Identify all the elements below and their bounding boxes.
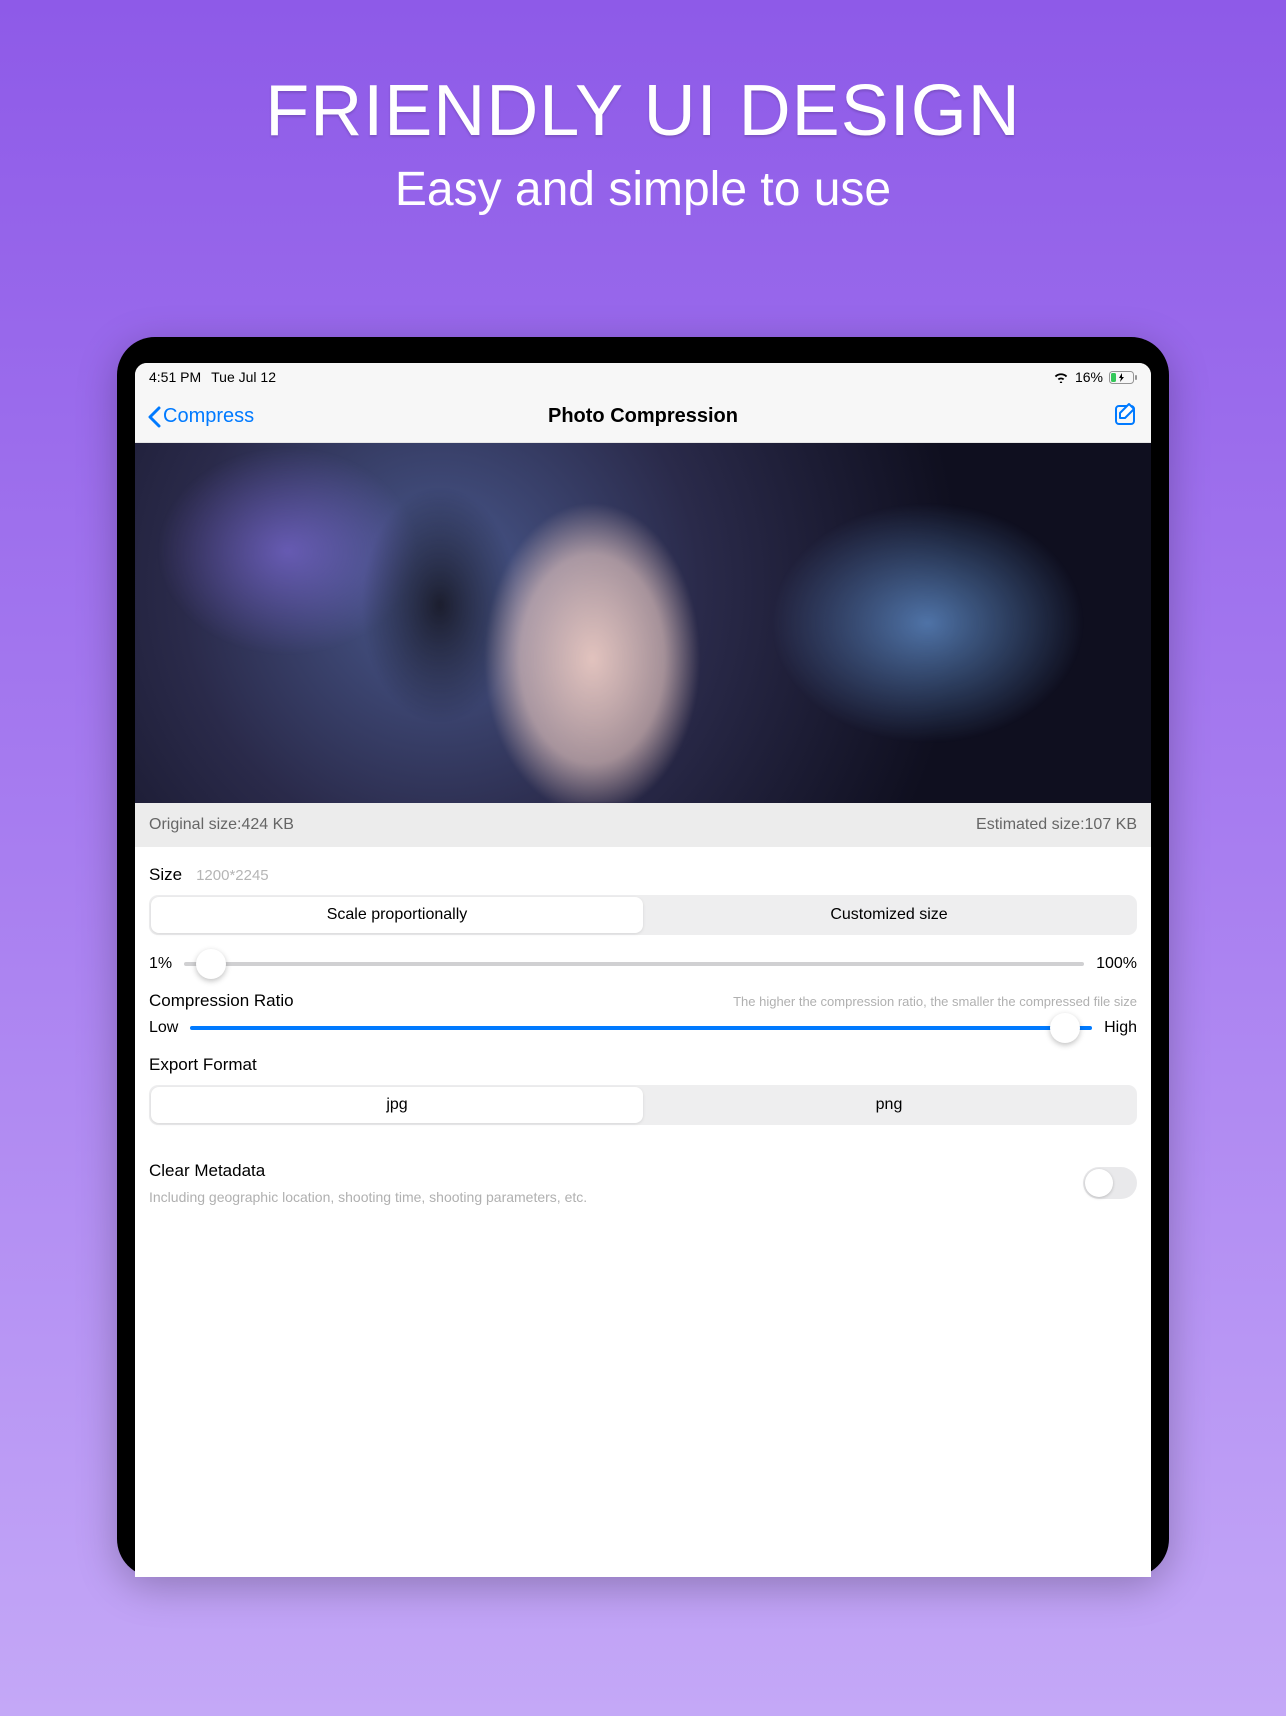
metadata-sub: Including geographic location, shooting … xyxy=(149,1189,1083,1205)
hero-title: FRIENDLY UI DESIGN xyxy=(265,70,1020,152)
screen: 4:51 PM Tue Jul 12 16% Compress Photo Co… xyxy=(135,363,1151,1577)
size-slider-max: 100% xyxy=(1096,955,1137,973)
status-time: 4:51 PM xyxy=(149,369,201,385)
image-preview[interactable] xyxy=(135,443,1151,803)
back-label: Compress xyxy=(163,405,254,428)
seg-customized-size[interactable]: Customized size xyxy=(643,897,1135,933)
size-label: Size xyxy=(149,865,182,885)
size-segmented: Scale proportionally Customized size xyxy=(149,895,1137,935)
status-battery-pct: 16% xyxy=(1075,369,1103,385)
wifi-icon xyxy=(1053,371,1069,383)
ratio-label: Compression Ratio xyxy=(149,991,294,1011)
metadata-section: Clear Metadata Including geographic loca… xyxy=(135,1125,1151,1205)
hero-subtitle: Easy and simple to use xyxy=(265,162,1020,217)
seg-jpg[interactable]: jpg xyxy=(151,1087,643,1123)
size-section: Size 1200*2245 Scale proportionally Cust… xyxy=(135,847,1151,973)
edit-button[interactable] xyxy=(1113,401,1139,432)
metadata-label: Clear Metadata xyxy=(149,1161,1083,1181)
size-slider-min: 1% xyxy=(149,955,172,973)
nav-bar: Compress Photo Compression xyxy=(135,391,1151,443)
metadata-toggle[interactable] xyxy=(1083,1167,1137,1199)
battery-icon xyxy=(1109,371,1137,384)
status-date: Tue Jul 12 xyxy=(211,369,276,385)
seg-png[interactable]: png xyxy=(643,1087,1135,1123)
ratio-low: Low xyxy=(149,1019,178,1037)
size-dimensions: 1200*2245 xyxy=(196,867,269,884)
format-segmented: jpg png xyxy=(149,1085,1137,1125)
ratio-slider-row: Low High xyxy=(149,1019,1137,1037)
seg-scale-proportionally[interactable]: Scale proportionally xyxy=(151,897,643,933)
compose-icon xyxy=(1113,401,1139,427)
ratio-section: Compression Ratio The higher the compres… xyxy=(135,973,1151,1037)
hero: FRIENDLY UI DESIGN Easy and simple to us… xyxy=(265,70,1020,217)
original-size: Original size:424 KB xyxy=(149,816,294,834)
ratio-high: High xyxy=(1104,1019,1137,1037)
back-button[interactable]: Compress xyxy=(147,405,254,428)
format-section: Export Format jpg png xyxy=(135,1037,1151,1125)
size-slider-row: 1% 100% xyxy=(149,955,1137,973)
status-bar: 4:51 PM Tue Jul 12 16% xyxy=(135,363,1151,391)
ratio-hint: The higher the compression ratio, the sm… xyxy=(733,994,1137,1009)
estimated-size: Estimated size:107 KB xyxy=(976,816,1137,834)
info-bar: Original size:424 KB Estimated size:107 … xyxy=(135,803,1151,847)
chevron-left-icon xyxy=(147,406,161,428)
ratio-slider[interactable] xyxy=(190,1026,1092,1030)
format-label: Export Format xyxy=(149,1055,257,1075)
tablet-frame: 4:51 PM Tue Jul 12 16% Compress Photo Co… xyxy=(117,337,1169,1577)
nav-title: Photo Compression xyxy=(135,405,1151,428)
size-slider[interactable] xyxy=(184,962,1084,966)
